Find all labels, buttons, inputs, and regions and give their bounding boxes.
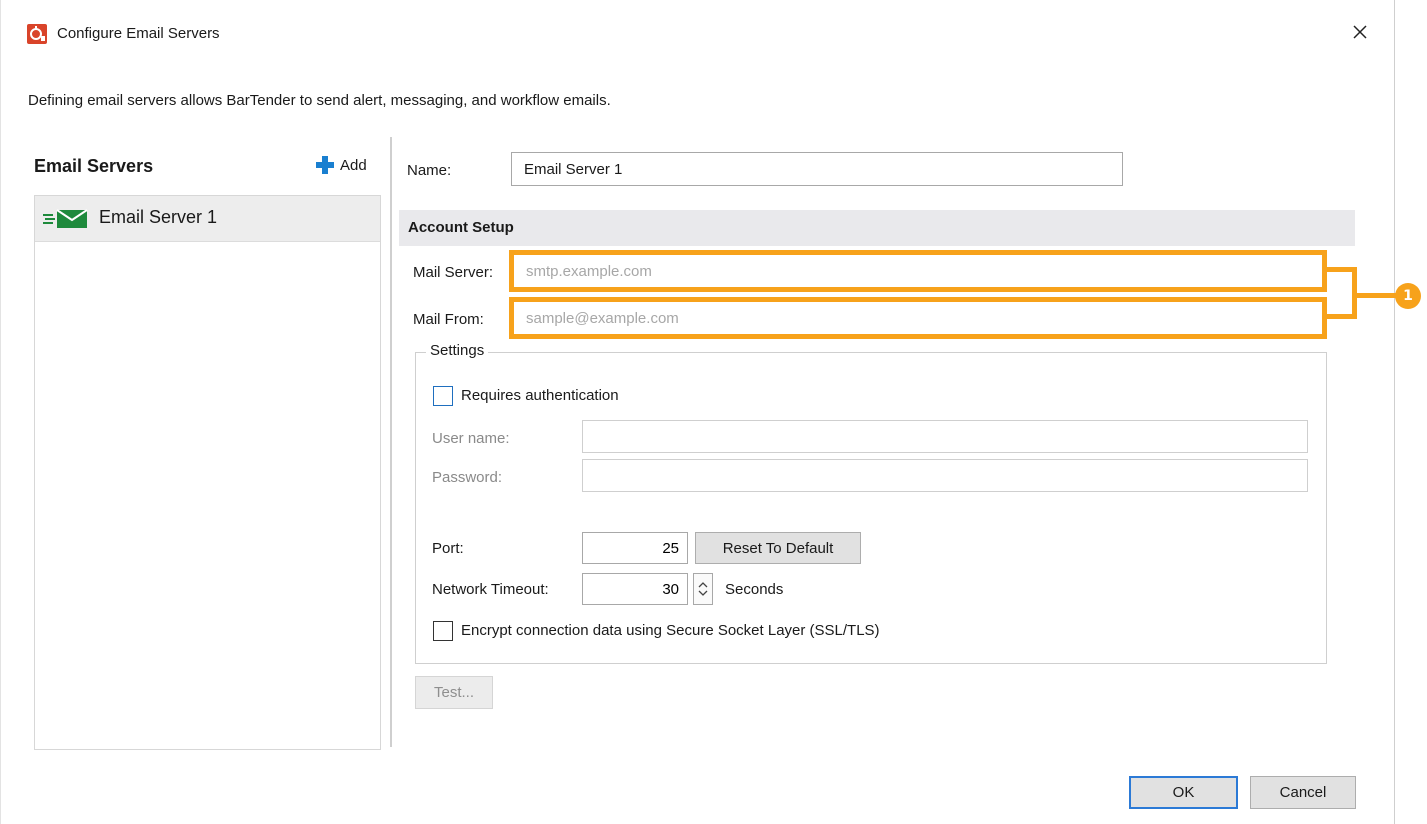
envelope-arrow-icon xyxy=(43,209,88,228)
window-title: Configure Email Servers xyxy=(57,25,220,42)
dialog-window: Configure Email Servers Defining email s… xyxy=(0,0,1397,824)
settings-legend: Settings xyxy=(426,342,489,359)
ssl-label: Encrypt connection data using Secure Soc… xyxy=(461,622,880,639)
add-server-button[interactable]: Add xyxy=(316,156,367,174)
timeout-unit-label: Seconds xyxy=(725,581,784,598)
callout-number-badge: 1 xyxy=(1395,283,1421,309)
port-field[interactable] xyxy=(582,532,688,564)
list-item-email-server-1[interactable]: Email Server 1 xyxy=(35,196,380,242)
requires-auth-label: Requires authentication xyxy=(461,387,619,404)
server-item-label: Email Server 1 xyxy=(99,207,218,227)
password-label: Password: xyxy=(432,469,503,486)
plus-icon xyxy=(316,156,334,174)
password-field[interactable] xyxy=(582,459,1308,492)
network-timeout-field[interactable] xyxy=(582,573,688,605)
server-list: Email Server 1 xyxy=(34,195,381,750)
username-field[interactable] xyxy=(582,420,1308,453)
reset-to-default-button[interactable]: Reset To Default xyxy=(695,532,861,564)
mail-from-label: Mail From: xyxy=(413,311,484,328)
bartender-app-icon xyxy=(27,24,47,44)
ok-button[interactable]: OK xyxy=(1129,776,1238,809)
ssl-checkbox[interactable] xyxy=(433,621,453,641)
mail-server-highlight xyxy=(509,250,1327,292)
name-label: Name: xyxy=(407,162,452,179)
mail-from-highlight xyxy=(509,297,1327,339)
name-field[interactable] xyxy=(511,152,1123,186)
username-label: User name: xyxy=(432,430,510,447)
close-icon xyxy=(1353,25,1367,39)
email-servers-panel: Email Servers Add Email Server 1 xyxy=(28,142,383,750)
account-setup-section: Account Setup xyxy=(399,210,1355,246)
port-label: Port: xyxy=(432,540,464,557)
requires-auth-checkbox[interactable] xyxy=(433,386,453,406)
close-button[interactable] xyxy=(1346,18,1374,46)
section-title: Account Setup xyxy=(408,219,514,236)
panel-divider xyxy=(390,137,392,747)
cancel-button[interactable]: Cancel xyxy=(1250,776,1356,809)
spinner-arrows-icon xyxy=(698,582,708,596)
title-bar: Configure Email Servers xyxy=(1,0,1394,62)
timeout-spinner[interactable] xyxy=(693,573,713,605)
dialog-description: Defining email servers allows BarTender … xyxy=(28,92,611,109)
network-timeout-label: Network Timeout: xyxy=(432,581,549,598)
callout-connector xyxy=(1357,293,1397,298)
test-button[interactable]: Test... xyxy=(415,676,493,709)
add-label: Add xyxy=(340,156,367,174)
mail-server-label: Mail Server: xyxy=(413,264,494,281)
email-servers-heading: Email Servers xyxy=(34,156,154,176)
